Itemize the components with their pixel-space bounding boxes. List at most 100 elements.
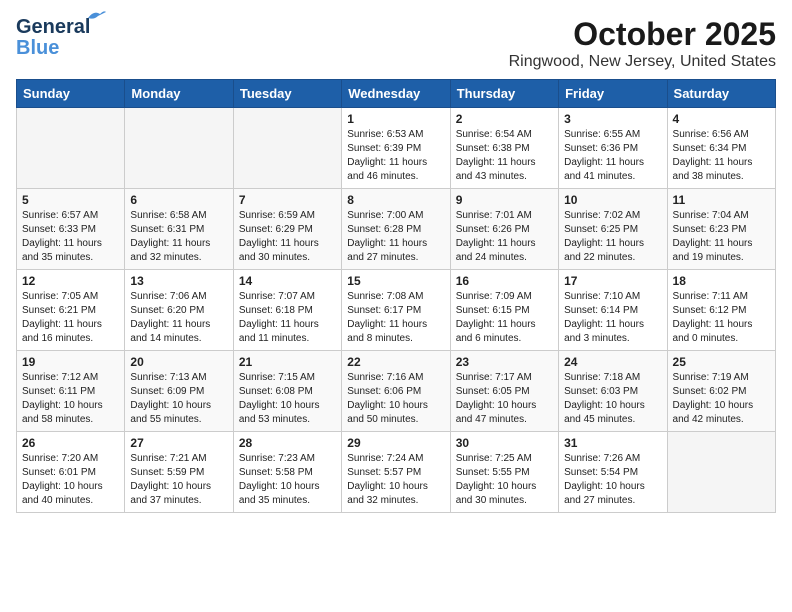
day-number: 10 <box>564 193 661 207</box>
day-info: Sunrise: 7:26 AM Sunset: 5:54 PM Dayligh… <box>564 452 661 508</box>
calendar-day-28: 28 Sunrise: 7:23 AM Sunset: 5:58 PM Dayli… <box>233 432 341 513</box>
calendar-day-7: 7 Sunrise: 6:59 AM Sunset: 6:29 PM Daylig… <box>233 189 341 270</box>
day-number: 5 <box>22 193 119 207</box>
calendar-day-13: 13 Sunrise: 7:06 AM Sunset: 6:20 PM Dayli… <box>125 270 233 351</box>
calendar-day-5: 5 Sunrise: 6:57 AM Sunset: 6:33 PM Daylig… <box>17 189 125 270</box>
day-info: Sunrise: 7:11 AM Sunset: 6:12 PM Dayligh… <box>673 290 770 346</box>
calendar-empty-cell <box>667 432 775 513</box>
calendar-day-20: 20 Sunrise: 7:13 AM Sunset: 6:09 PM Dayli… <box>125 351 233 432</box>
calendar-day-15: 15Sunrise: 7:08 AM Sunset: 6:17 PM Dayli… <box>342 270 450 351</box>
weekday-header-tuesday: Tuesday <box>233 80 341 108</box>
day-info: Sunrise: 6:58 AM Sunset: 6:31 PM Dayligh… <box>130 209 227 265</box>
calendar-week-row: 5 Sunrise: 6:57 AM Sunset: 6:33 PM Daylig… <box>17 189 776 270</box>
calendar-day-2: 2 Sunrise: 6:54 AM Sunset: 6:38 PM Daylig… <box>450 108 558 189</box>
day-info: Sunrise: 7:19 AM Sunset: 6:02 PM Dayligh… <box>673 371 770 427</box>
calendar-day-31: 31Sunrise: 7:26 AM Sunset: 5:54 PM Dayli… <box>559 432 667 513</box>
day-number: 2 <box>456 112 553 126</box>
calendar-empty-cell <box>233 108 341 189</box>
calendar-day-24: 24Sunrise: 7:18 AM Sunset: 6:03 PM Dayli… <box>559 351 667 432</box>
logo: General Blue <box>16 16 90 60</box>
calendar-day-19: 19 Sunrise: 7:12 AM Sunset: 6:11 PM Dayli… <box>17 351 125 432</box>
calendar-day-30: 30 Sunrise: 7:25 AM Sunset: 5:55 PM Dayli… <box>450 432 558 513</box>
day-number: 8 <box>347 193 444 207</box>
day-number: 11 <box>673 193 770 207</box>
calendar-day-16: 16Sunrise: 7:09 AM Sunset: 6:15 PM Dayli… <box>450 270 558 351</box>
calendar-day-10: 10 Sunrise: 7:02 AM Sunset: 6:25 PM Dayli… <box>559 189 667 270</box>
day-number: 16 <box>456 274 553 288</box>
day-number: 13 <box>130 274 227 288</box>
calendar-day-1: 1Sunrise: 6:53 AM Sunset: 6:39 PM Daylig… <box>342 108 450 189</box>
weekday-header-sunday: Sunday <box>17 80 125 108</box>
day-number: 6 <box>130 193 227 207</box>
page-subtitle: Ringwood, New Jersey, United States <box>509 53 776 71</box>
day-info: Sunrise: 7:06 AM Sunset: 6:20 PM Dayligh… <box>130 290 227 346</box>
weekday-header-saturday: Saturday <box>667 80 775 108</box>
day-number: 30 <box>456 436 553 450</box>
calendar-day-29: 29 Sunrise: 7:24 AM Sunset: 5:57 PM Dayli… <box>342 432 450 513</box>
day-info: Sunrise: 6:54 AM Sunset: 6:38 PM Dayligh… <box>456 128 553 184</box>
day-number: 21 <box>239 355 336 369</box>
day-info: Sunrise: 7:16 AM Sunset: 6:06 PM Dayligh… <box>347 371 444 427</box>
day-number: 18 <box>673 274 770 288</box>
day-number: 27 <box>130 436 227 450</box>
calendar-day-23: 23Sunrise: 7:17 AM Sunset: 6:05 PM Dayli… <box>450 351 558 432</box>
day-number: 12 <box>22 274 119 288</box>
calendar-day-21: 21Sunrise: 7:15 AM Sunset: 6:08 PM Dayli… <box>233 351 341 432</box>
weekday-header-row: SundayMondayTuesdayWednesdayThursdayFrid… <box>17 80 776 108</box>
day-number: 20 <box>130 355 227 369</box>
page-title: October 2025 <box>509 16 776 53</box>
day-info: Sunrise: 7:05 AM Sunset: 6:21 PM Dayligh… <box>22 290 119 346</box>
day-info: Sunrise: 7:01 AM Sunset: 6:26 PM Dayligh… <box>456 209 553 265</box>
day-number: 28 <box>239 436 336 450</box>
logo-bird-icon <box>86 8 108 24</box>
calendar-table: SundayMondayTuesdayWednesdayThursdayFrid… <box>16 79 776 513</box>
day-info: Sunrise: 7:20 AM Sunset: 6:01 PM Dayligh… <box>22 452 119 508</box>
logo-general: General <box>16 16 90 38</box>
day-number: 29 <box>347 436 444 450</box>
day-info: Sunrise: 7:13 AM Sunset: 6:09 PM Dayligh… <box>130 371 227 427</box>
day-info: Sunrise: 6:56 AM Sunset: 6:34 PM Dayligh… <box>673 128 770 184</box>
weekday-header-friday: Friday <box>559 80 667 108</box>
day-info: Sunrise: 7:25 AM Sunset: 5:55 PM Dayligh… <box>456 452 553 508</box>
calendar-day-27: 27 Sunrise: 7:21 AM Sunset: 5:59 PM Dayli… <box>125 432 233 513</box>
day-number: 15 <box>347 274 444 288</box>
calendar-day-11: 11Sunrise: 7:04 AM Sunset: 6:23 PM Dayli… <box>667 189 775 270</box>
calendar-day-4: 4Sunrise: 6:56 AM Sunset: 6:34 PM Daylig… <box>667 108 775 189</box>
day-number: 24 <box>564 355 661 369</box>
logo-blue: Blue <box>16 37 59 60</box>
day-info: Sunrise: 7:23 AM Sunset: 5:58 PM Dayligh… <box>239 452 336 508</box>
calendar-week-row: 12 Sunrise: 7:05 AM Sunset: 6:21 PM Dayli… <box>17 270 776 351</box>
day-info: Sunrise: 6:59 AM Sunset: 6:29 PM Dayligh… <box>239 209 336 265</box>
day-info: Sunrise: 7:10 AM Sunset: 6:14 PM Dayligh… <box>564 290 661 346</box>
calendar-week-row: 26 Sunrise: 7:20 AM Sunset: 6:01 PM Dayli… <box>17 432 776 513</box>
page-header: General Blue October 2025 Ringwood, New … <box>16 16 776 71</box>
calendar-empty-cell <box>125 108 233 189</box>
day-number: 14 <box>239 274 336 288</box>
day-info: Sunrise: 7:17 AM Sunset: 6:05 PM Dayligh… <box>456 371 553 427</box>
day-number: 9 <box>456 193 553 207</box>
calendar-day-22: 22 Sunrise: 7:16 AM Sunset: 6:06 PM Dayli… <box>342 351 450 432</box>
day-number: 22 <box>347 355 444 369</box>
day-info: Sunrise: 7:00 AM Sunset: 6:28 PM Dayligh… <box>347 209 444 265</box>
calendar-day-12: 12 Sunrise: 7:05 AM Sunset: 6:21 PM Dayli… <box>17 270 125 351</box>
weekday-header-thursday: Thursday <box>450 80 558 108</box>
day-number: 7 <box>239 193 336 207</box>
day-number: 26 <box>22 436 119 450</box>
calendar-day-9: 9 Sunrise: 7:01 AM Sunset: 6:26 PM Daylig… <box>450 189 558 270</box>
calendar-day-25: 25 Sunrise: 7:19 AM Sunset: 6:02 PM Dayli… <box>667 351 775 432</box>
calendar-empty-cell <box>17 108 125 189</box>
day-number: 25 <box>673 355 770 369</box>
day-info: Sunrise: 6:57 AM Sunset: 6:33 PM Dayligh… <box>22 209 119 265</box>
calendar-day-18: 18 Sunrise: 7:11 AM Sunset: 6:12 PM Dayli… <box>667 270 775 351</box>
day-info: Sunrise: 7:24 AM Sunset: 5:57 PM Dayligh… <box>347 452 444 508</box>
weekday-header-wednesday: Wednesday <box>342 80 450 108</box>
day-number: 19 <box>22 355 119 369</box>
calendar-day-14: 14Sunrise: 7:07 AM Sunset: 6:18 PM Dayli… <box>233 270 341 351</box>
day-number: 17 <box>564 274 661 288</box>
calendar-day-6: 6 Sunrise: 6:58 AM Sunset: 6:31 PM Daylig… <box>125 189 233 270</box>
day-info: Sunrise: 7:02 AM Sunset: 6:25 PM Dayligh… <box>564 209 661 265</box>
day-info: Sunrise: 7:12 AM Sunset: 6:11 PM Dayligh… <box>22 371 119 427</box>
calendar-day-26: 26 Sunrise: 7:20 AM Sunset: 6:01 PM Dayli… <box>17 432 125 513</box>
calendar-day-3: 3Sunrise: 6:55 AM Sunset: 6:36 PM Daylig… <box>559 108 667 189</box>
day-info: Sunrise: 7:21 AM Sunset: 5:59 PM Dayligh… <box>130 452 227 508</box>
